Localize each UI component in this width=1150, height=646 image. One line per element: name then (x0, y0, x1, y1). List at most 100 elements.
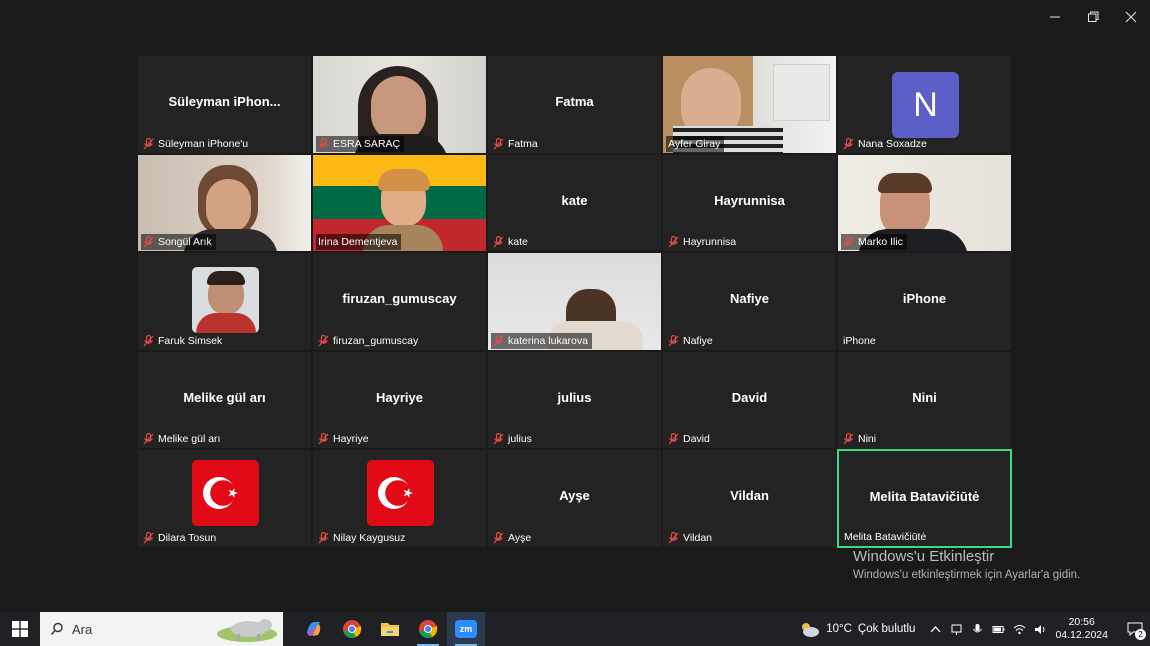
participant-tile[interactable]: iPhone iPhone (837, 252, 1012, 351)
muted-microphone-icon (493, 433, 504, 445)
muted-microphone-icon (318, 531, 329, 543)
muted-microphone-icon (668, 334, 679, 346)
participant-name-label: Hayriye (316, 431, 373, 447)
microphone-icon[interactable] (971, 623, 984, 636)
clock-date: 04.12.2024 (1055, 629, 1108, 641)
muted-microphone-icon (143, 433, 154, 445)
participant-tile[interactable]: Fatma Fatma (487, 55, 662, 154)
chevron-up-icon[interactable] (929, 623, 942, 636)
participant-name: Melita Batavičiūtė (844, 530, 927, 543)
participant-grid: Süleyman iPhon... Süleyman iPhone'u ESRA S… (137, 55, 1013, 548)
participant-tile[interactable]: Faruk Simsek (137, 252, 312, 351)
participant-tile[interactable]: Ayşe Ayşe (487, 449, 662, 548)
participant-tile[interactable]: Dilara Tosun (137, 449, 312, 548)
participant-name-label: Irina Dementjeva (316, 234, 402, 250)
participant-name-label: Songül Arık (141, 234, 216, 250)
participant-name: Nilay Kaygusuz (333, 531, 406, 544)
clock[interactable]: 20:56 04.12.2024 (1055, 616, 1108, 642)
windows-logo-icon (12, 621, 28, 637)
participant-name-label: Dilara Tosun (141, 530, 220, 546)
participant-tile[interactable]: Marko Ilic (837, 153, 1012, 252)
participant-display-name: Fatma (555, 94, 594, 109)
muted-microphone-icon (493, 137, 504, 149)
copilot-icon[interactable] (295, 612, 333, 646)
participant-tile[interactable]: kate kate (487, 153, 662, 252)
participant-tile[interactable]: Nilay Kaygusuz (312, 449, 487, 548)
participant-name: Irina Dementjeva (318, 236, 398, 248)
participant-name: kate (508, 236, 528, 248)
start-button[interactable] (0, 612, 40, 646)
weather-widget[interactable]: 10°C Çok bulutlu (798, 620, 915, 638)
participant-name-label: Nana Soxadze (841, 136, 931, 152)
participant-avatar: N (892, 72, 959, 138)
turkey-flag-icon (192, 460, 259, 526)
participant-name-label: Melike gül arı (141, 431, 224, 447)
participant-display-name: Melita Batavičiūtė (869, 489, 980, 504)
participant-name-label: Süleyman iPhone'u (141, 136, 252, 152)
participant-tile[interactable]: Vildan Vildan (662, 449, 837, 548)
participant-name: Süleyman iPhone'u (158, 137, 249, 150)
participant-display-name: Hayriye (376, 389, 423, 405)
participant-tile[interactable]: ESRA SARAÇ (312, 55, 487, 154)
window-controls (1036, 0, 1150, 34)
muted-microphone-icon (493, 531, 504, 543)
participant-tile[interactable]: Nafiye Nafiye (662, 252, 837, 351)
participant-tile[interactable]: N Nana Soxadze (837, 55, 1012, 154)
muted-microphone-icon (843, 433, 854, 445)
volume-icon[interactable] (1034, 623, 1047, 636)
notification-badge: 2 (1135, 629, 1146, 640)
participant-display-name: Melike gül arı (183, 389, 266, 405)
participant-tile[interactable]: Hayrunnisa Hayrunnisa (662, 153, 837, 252)
participant-name: Ayfer Giray (668, 137, 721, 150)
search-highlight-icon (217, 619, 277, 642)
participant-name: ESRA SARAÇ (333, 137, 401, 150)
participant-tile[interactable]: Melike gül arı Melike gül arı (137, 350, 312, 449)
participant-name: Melike gül arı (158, 433, 221, 445)
muted-microphone-icon (668, 531, 679, 543)
battery-icon[interactable] (992, 623, 1005, 636)
participant-name: Nafiye (683, 334, 713, 347)
participant-name: Faruk Simsek (158, 334, 223, 347)
zoom-icon[interactable]: zm (447, 612, 485, 646)
zoom-label: zm (455, 620, 477, 638)
participant-tile[interactable]: Süleyman iPhon... Süleyman iPhone'u (137, 55, 312, 154)
close-icon[interactable] (1112, 0, 1150, 34)
participant-tile[interactable]: Melita Batavičiūtė Melita Batavičiūtė (837, 449, 1012, 548)
search-placeholder: Ara (72, 621, 93, 637)
muted-microphone-icon (143, 137, 154, 149)
participant-tile[interactable]: Songül Arık (137, 153, 312, 252)
muted-microphone-icon (493, 236, 504, 248)
participant-display-name: David (731, 389, 768, 405)
muted-microphone-icon (143, 531, 154, 543)
participant-name-label: kate (491, 234, 532, 250)
taskbar-search[interactable]: Ara (40, 612, 283, 646)
participant-tile[interactable]: David David (662, 350, 837, 449)
participant-display-name: iPhone (902, 291, 947, 306)
file-explorer-icon[interactable] (371, 612, 409, 646)
weather-temp: 10°C (826, 623, 852, 635)
participant-tile[interactable]: Nini Nini (837, 350, 1012, 449)
participant-name-label: Nini (841, 431, 880, 447)
muted-microphone-icon (318, 137, 329, 149)
cloudy-weather-icon (802, 623, 820, 637)
participant-tile[interactable]: katerina lukarova (487, 252, 662, 351)
participant-tile[interactable]: Hayriye Hayriye (312, 350, 487, 449)
chrome-profile-icon[interactable] (409, 612, 447, 646)
chrome-icon[interactable] (333, 612, 371, 646)
minimize-icon[interactable] (1036, 0, 1074, 34)
muted-microphone-icon (668, 236, 679, 248)
participant-tile[interactable]: Ayfer Giray (662, 55, 837, 154)
participant-name: Songül Arık (158, 236, 212, 248)
clock-time: 20:56 (1068, 616, 1095, 628)
restore-icon[interactable] (1074, 0, 1112, 34)
notification-button[interactable]: 2 (1120, 612, 1150, 646)
participant-name-label: katerina lukarova (491, 332, 592, 349)
participant-tile[interactable]: firuzan_gumuscay firuzan_gumuscay (312, 252, 487, 351)
participant-name-label: David (666, 431, 714, 447)
turkey-flag-icon (367, 460, 434, 526)
monitor-icon[interactable] (950, 623, 963, 636)
participant-name: iPhone (843, 334, 876, 347)
participant-tile[interactable]: Irina Dementjeva (312, 153, 487, 252)
participant-tile[interactable]: julius julius (487, 350, 662, 449)
wifi-icon[interactable] (1013, 623, 1026, 636)
